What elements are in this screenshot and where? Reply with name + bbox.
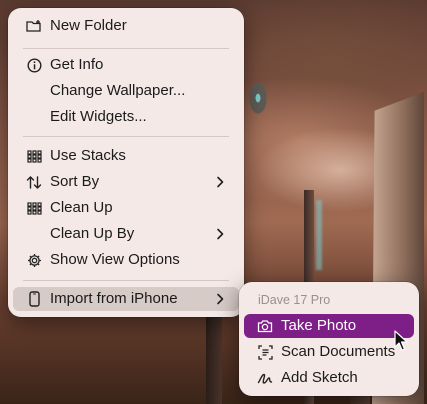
menu-item-label: Edit Widgets... [50,108,147,125]
menu-item-take-photo[interactable]: Take Photo [244,314,414,338]
menu-item-clean-up[interactable]: Clean Up [13,196,239,220]
menu-item-scan-documents[interactable]: Scan Documents [244,340,414,364]
gear-icon [26,252,42,268]
document-scan-icon [257,344,273,360]
desktop-context-menu: New Folder Get Info Change Wallpaper... … [8,8,244,317]
menu-item-label: Sort By [50,173,100,190]
menu-item-label: Clean Up [50,199,113,216]
menu-item-label: New Folder [50,17,127,34]
menu-item-new-folder[interactable]: New Folder [13,14,239,38]
menu-item-sort-by[interactable]: Sort By [13,170,239,194]
sketch-signature-icon [257,370,273,386]
menu-item-edit-widgets[interactable]: Edit Widgets... [13,105,239,129]
info-circle-icon [26,57,42,73]
menu-item-import-from-iphone[interactable]: Import from iPhone [13,287,239,311]
menu-item-get-info[interactable]: Get Info [13,53,239,77]
menu-item-show-view-options[interactable]: Show View Options [13,248,239,272]
menu-item-change-wallpaper[interactable]: Change Wallpaper... [13,79,239,103]
menu-item-clean-up-by[interactable]: Clean Up By [13,222,239,246]
menu-item-label: Take Photo [281,317,357,334]
mouse-pointer-icon [394,330,408,351]
menu-separator [23,280,229,281]
stacks-grid-icon [26,148,42,164]
wallpaper-glow [316,200,322,270]
device-name-header: iDave 17 Pro [258,293,331,307]
wallpaper-sphere [238,74,278,134]
menu-separator [23,48,229,49]
menu-item-label: Clean Up By [50,225,135,242]
menu-item-add-sketch[interactable]: Add Sketch [244,366,414,390]
import-from-iphone-submenu: iDave 17 Pro Take Photo Scan Documents A… [239,282,419,396]
menu-item-label: Use Stacks [50,147,126,164]
menu-item-label: Change Wallpaper... [50,82,186,99]
menu-item-label: Get Info [50,56,104,73]
menu-item-label: Scan Documents [281,343,396,360]
folder-badge-plus-icon [26,18,42,34]
menu-item-label: Add Sketch [281,369,358,386]
sort-arrows-icon [26,174,42,190]
menu-separator [23,136,229,137]
menu-item-label: Show View Options [50,251,180,268]
menu-item-use-stacks[interactable]: Use Stacks [13,144,239,168]
chevron-right-icon [217,176,224,188]
chevron-right-icon [217,293,224,305]
camera-icon [257,318,273,334]
chevron-right-icon [217,228,224,240]
iphone-icon [26,291,42,307]
menu-item-label: Import from iPhone [50,290,178,307]
clean-up-grid-icon [26,200,42,216]
